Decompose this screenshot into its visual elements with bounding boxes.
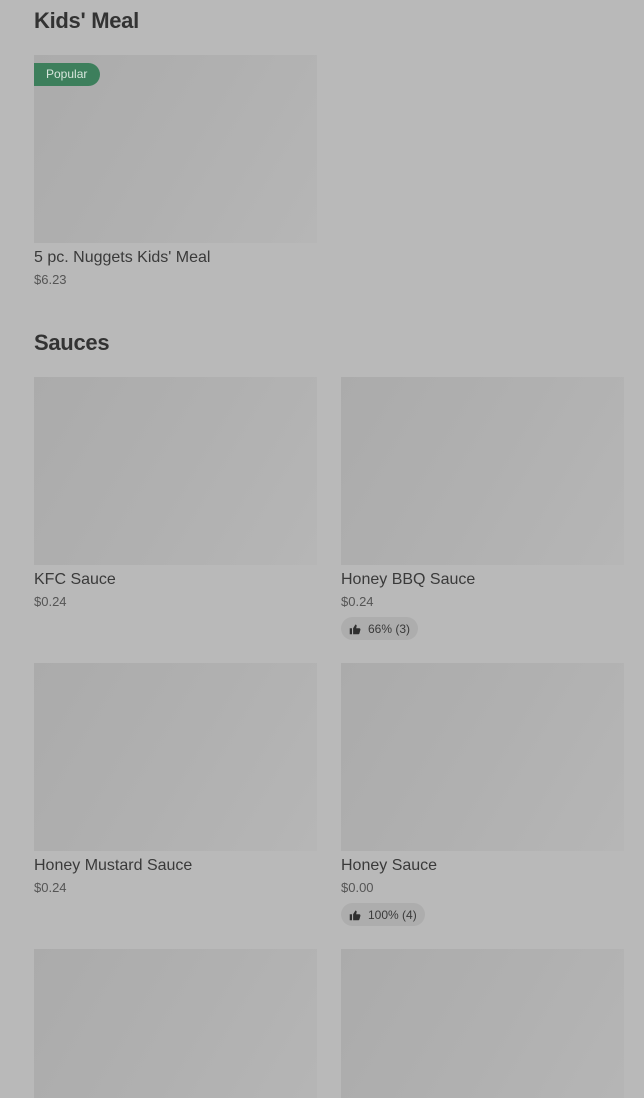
item-image [341,663,624,851]
rating-pill: 100% (4) [341,903,425,926]
menu-item-card[interactable]: Honey Mustard Sauce $0.24 [34,663,317,896]
item-image [341,949,624,1098]
item-name: 5 pc. Nuggets Kids' Meal [34,249,211,266]
menu-item-card[interactable]: KFC Sauce $0.24 [34,377,317,610]
menu-item-card[interactable] [341,949,624,1098]
item-image [34,377,317,565]
thumbs-up-icon [349,624,361,634]
rating-pill: 66% (3) [341,617,419,640]
popular-badge: Popular [34,63,101,86]
rating-text: 66% (3) [368,621,411,636]
section-title-sauces: Sauces [34,330,110,355]
menu-item-card[interactable]: Honey Sauce $0.00 100% (4) [341,663,624,926]
menu-item-card[interactable]: Popular 5 pc. Nuggets Kids' Meal $6.23 [34,55,317,288]
rating-text: 100% (4) [368,907,417,922]
thumbs-up-icon [349,910,361,920]
item-image [34,949,317,1098]
item-price: $0.24 [34,594,67,609]
menu-item-card[interactable] [34,949,317,1098]
item-image: Popular [34,55,317,243]
item-name: Honey BBQ Sauce [341,571,476,588]
item-image [341,377,624,565]
item-name: Honey Mustard Sauce [34,857,193,874]
item-price: $0.00 [341,880,374,895]
item-image [34,663,317,851]
menu-item-card[interactable]: Honey BBQ Sauce $0.24 66% (3) [341,377,624,640]
item-name: KFC Sauce [34,571,116,588]
item-price: $0.24 [34,880,67,895]
item-price: $6.23 [34,272,67,287]
section-title-kids-meal: Kids' Meal [34,8,139,33]
item-price: $0.24 [341,594,374,609]
item-name: Honey Sauce [341,857,438,874]
menu-page: Kids' Meal Popular 5 pc. Nuggets Kids' M… [0,0,644,1098]
